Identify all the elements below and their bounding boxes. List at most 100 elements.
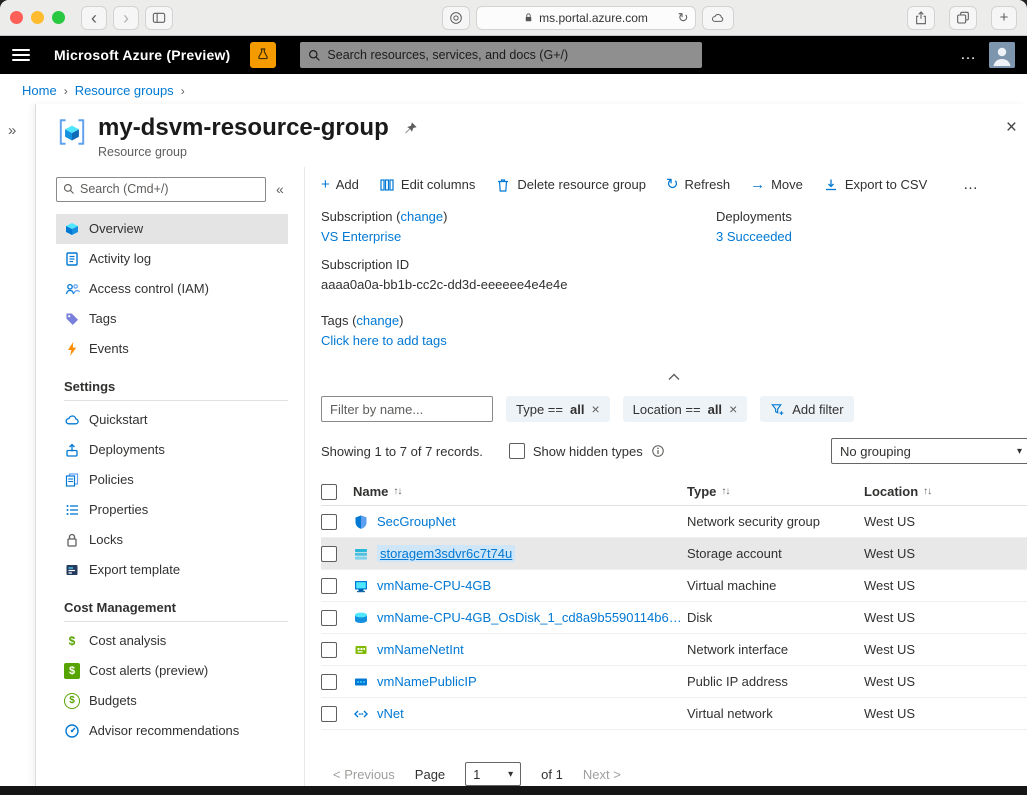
reload-icon[interactable]: ↻ <box>678 10 689 26</box>
filter-by-name-input[interactable] <box>321 396 493 422</box>
deployments-link[interactable]: 3 Succeeded <box>716 229 792 244</box>
address-bar[interactable]: ms.portal.azure.com ↻ <box>476 6 696 30</box>
sidebar-item-tags[interactable]: Tags <box>56 304 288 334</box>
menu-search-box[interactable] <box>56 177 266 202</box>
item-label: Cost alerts (preview) <box>89 663 208 678</box>
change-subscription-link[interactable]: change <box>400 209 443 224</box>
global-search-input[interactable] <box>327 48 694 62</box>
sort-icon: ↑↓ <box>721 486 729 497</box>
virtual-network-icon <box>353 706 369 722</box>
breadcrumb-home-link[interactable]: Home <box>22 83 57 98</box>
paren: ) <box>443 209 447 224</box>
topbar-more-button[interactable]: … <box>960 46 977 64</box>
add-filter-button[interactable]: Add filter <box>760 396 853 422</box>
new-tab-button[interactable]: + <box>991 6 1017 30</box>
remove-filter-icon[interactable]: × <box>591 402 599 416</box>
tab-overview-button[interactable] <box>949 6 977 30</box>
sidebar-item-events[interactable]: Events <box>56 334 288 364</box>
command-bar-more-button[interactable]: … <box>963 176 979 193</box>
sidebar-toggle-button[interactable] <box>145 6 173 30</box>
share-button[interactable] <box>907 6 935 30</box>
resource-link[interactable]: vmName-CPU-4GB <box>377 578 491 593</box>
pin-icon[interactable] <box>403 121 418 136</box>
change-tags-link[interactable]: change <box>356 313 399 328</box>
breadcrumb-resource-groups-link[interactable]: Resource groups <box>75 83 174 98</box>
sidebar-item-cost-alerts[interactable]: $ Cost alerts (preview) <box>56 656 288 686</box>
collapse-menu-button[interactable]: « <box>276 181 284 197</box>
expand-portal-menu-button[interactable]: » <box>8 122 16 139</box>
forward-button[interactable]: › <box>113 6 139 30</box>
show-hidden-types-checkbox[interactable] <box>509 443 525 459</box>
refresh-button[interactable]: ↻Refresh <box>666 177 730 192</box>
grouping-dropdown[interactable]: No grouping ▾ <box>831 438 1027 464</box>
page-number-dropdown[interactable]: 1 ▾ <box>465 762 521 786</box>
edit-columns-button[interactable]: Edit columns <box>379 177 475 193</box>
table-row[interactable]: vmName-CPU-4GB Virtual machine West US <box>321 570 1027 602</box>
resource-link[interactable]: vmNameNetInt <box>377 642 464 657</box>
global-search[interactable] <box>300 42 702 68</box>
resource-link[interactable]: SecGroupNet <box>377 514 456 529</box>
icloud-tabs-button[interactable] <box>702 6 734 30</box>
sidebar-item-cost-analysis[interactable]: $ Cost analysis <box>56 626 288 656</box>
minimize-window-button[interactable] <box>31 11 44 24</box>
table-row[interactable]: vNet Virtual network West US <box>321 698 1027 730</box>
sidebar-item-locks[interactable]: Locks <box>56 525 288 555</box>
sidebar-item-properties[interactable]: Properties <box>56 495 288 525</box>
type-filter-pill[interactable]: Type == all × <box>506 396 610 422</box>
sort-by-type-header[interactable]: Type↑↓ <box>687 484 864 499</box>
sidebar-item-deployments[interactable]: Deployments <box>56 435 288 465</box>
sidebar-item-activity-log[interactable]: Activity log <box>56 244 288 274</box>
select-all-checkbox[interactable] <box>321 484 337 500</box>
add-button[interactable]: +Add <box>321 177 359 192</box>
sidebar-item-quickstart[interactable]: Quickstart <box>56 405 288 435</box>
remove-filter-icon[interactable]: × <box>729 402 737 416</box>
resource-link[interactable]: vmName-CPU-4GB_OsDisk_1_cd8a9b5590114b6a… <box>377 610 687 625</box>
preview-flask-button[interactable] <box>250 42 276 68</box>
table-row[interactable]: vmName-CPU-4GB_OsDisk_1_cd8a9b5590114b6a… <box>321 602 1027 634</box>
subscription-link[interactable]: VS Enterprise <box>321 229 401 244</box>
table-row[interactable]: SecGroupNet Network security group West … <box>321 506 1027 538</box>
add-tags-link[interactable]: Click here to add tags <box>321 333 447 348</box>
row-checkbox[interactable] <box>321 706 337 722</box>
table-row[interactable]: vmNamePublicIP Public IP address West US <box>321 666 1027 698</box>
row-checkbox[interactable] <box>321 546 337 562</box>
close-window-button[interactable] <box>10 11 23 24</box>
zoom-window-button[interactable] <box>52 11 65 24</box>
resource-link[interactable]: vNet <box>377 706 404 721</box>
table-row[interactable]: storagem3sdvr6c7t74u Storage account Wes… <box>321 538 1027 570</box>
storage-account-icon <box>353 546 369 562</box>
row-checkbox[interactable] <box>321 610 337 626</box>
sidebar-item-policies[interactable]: Policies <box>56 465 288 495</box>
export-to-csv-button[interactable]: Export to CSV <box>823 177 927 193</box>
row-checkbox[interactable] <box>321 578 337 594</box>
resource-link[interactable]: vmNamePublicIP <box>377 674 477 689</box>
sidebar-item-access-control[interactable]: Access control (IAM) <box>56 274 288 304</box>
info-icon[interactable] <box>651 444 665 458</box>
sidebar-item-export-template[interactable]: Export template <box>56 555 288 585</box>
delete-resource-group-button[interactable]: Delete resource group <box>495 177 646 193</box>
move-button[interactable]: →Move <box>750 177 803 192</box>
azure-home-link[interactable]: Microsoft Azure (Preview) <box>54 47 230 63</box>
page-settings-button[interactable] <box>442 6 470 30</box>
menu-search-input[interactable] <box>80 182 259 196</box>
sort-by-location-header[interactable]: Location↑↓ <box>864 484 1027 499</box>
sidebar-item-overview[interactable]: Overview <box>56 214 288 244</box>
row-checkbox[interactable] <box>321 642 337 658</box>
resource-link[interactable]: storagem3sdvr6c7t74u <box>377 545 515 562</box>
close-blade-button[interactable]: × <box>1006 118 1017 137</box>
previous-page-button[interactable]: < Previous <box>333 767 395 782</box>
next-page-button[interactable]: Next > <box>583 767 621 782</box>
row-checkbox[interactable] <box>321 514 337 530</box>
location-filter-pill[interactable]: Location == all × <box>623 396 748 422</box>
hamburger-menu-button[interactable] <box>12 49 30 61</box>
table-row[interactable]: vmNameNetInt Network interface West US <box>321 634 1027 666</box>
breadcrumb: Home › Resource groups › <box>0 74 1027 102</box>
sort-by-name-header[interactable]: Name↑↓ <box>353 484 687 499</box>
avatar[interactable] <box>989 42 1015 68</box>
collapse-essentials-button[interactable] <box>321 367 1027 386</box>
sidebar-item-advisor-recommendations[interactable]: Advisor recommendations <box>56 716 288 746</box>
cost-analysis-icon: $ <box>64 633 80 649</box>
sidebar-item-budgets[interactable]: $ Budgets <box>56 686 288 716</box>
row-checkbox[interactable] <box>321 674 337 690</box>
back-button[interactable]: ‹ <box>81 6 107 30</box>
